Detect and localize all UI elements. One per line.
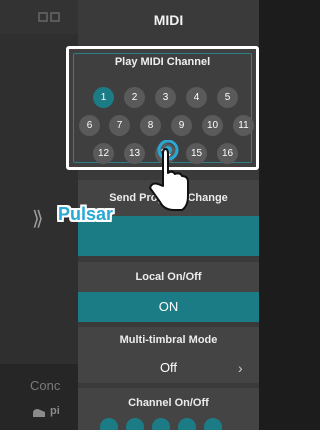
tap-hand-icon — [149, 140, 189, 211]
background-ghost-icon — [38, 12, 60, 22]
channel-button-8[interactable]: 8 — [140, 115, 161, 136]
local-on-off-value: ON — [158, 299, 179, 314]
background-section-label: Conc — [30, 378, 61, 393]
channel-button-3[interactable]: 3 — [155, 87, 176, 108]
channel-button-4[interactable]: 4 — [186, 87, 207, 108]
channel-on-off-button[interactable] — [204, 418, 222, 430]
channel-on-off-button[interactable] — [152, 418, 170, 430]
channel-on-off-button[interactable] — [178, 418, 196, 430]
channel-button-9[interactable]: 9 — [171, 115, 192, 136]
tap-instruction-label: Pulsar — [58, 204, 114, 224]
channel-button-16[interactable]: 16 — [217, 143, 238, 164]
chevron-double-left-icon[interactable]: ⟩⟩ — [32, 206, 43, 231]
background-footer — [0, 364, 78, 430]
panel-title: MIDI — [78, 0, 259, 40]
channel-on-off-button[interactable] — [126, 418, 144, 430]
channel-on-off-label: Channel On/Off — [128, 397, 209, 409]
channel-button-7[interactable]: 7 — [109, 115, 130, 136]
channel-button-1[interactable]: 1 — [93, 87, 114, 108]
chevron-right-icon[interactable]: › — [238, 360, 243, 376]
channel-button-10[interactable]: 10 — [202, 115, 223, 136]
channel-button-5[interactable]: 5 — [217, 87, 238, 108]
channel-on-off-button[interactable] — [100, 418, 118, 430]
channel-button-6[interactable]: 6 — [79, 115, 100, 136]
channel-button-2[interactable]: 2 — [124, 87, 145, 108]
local-on-off-label: Local On/Off — [135, 271, 202, 283]
background-item-label: pi — [50, 405, 60, 417]
multi-timbral-mode-label: Multi-timbral Mode — [119, 334, 218, 346]
multi-timbral-mode-value: Off — [159, 360, 178, 375]
channel-button-11[interactable]: 11 — [233, 115, 254, 136]
play-midi-channel-label: Play MIDI Channel — [114, 56, 211, 68]
piano-icon — [33, 409, 45, 417]
channel-button-12[interactable]: 12 — [93, 143, 114, 164]
